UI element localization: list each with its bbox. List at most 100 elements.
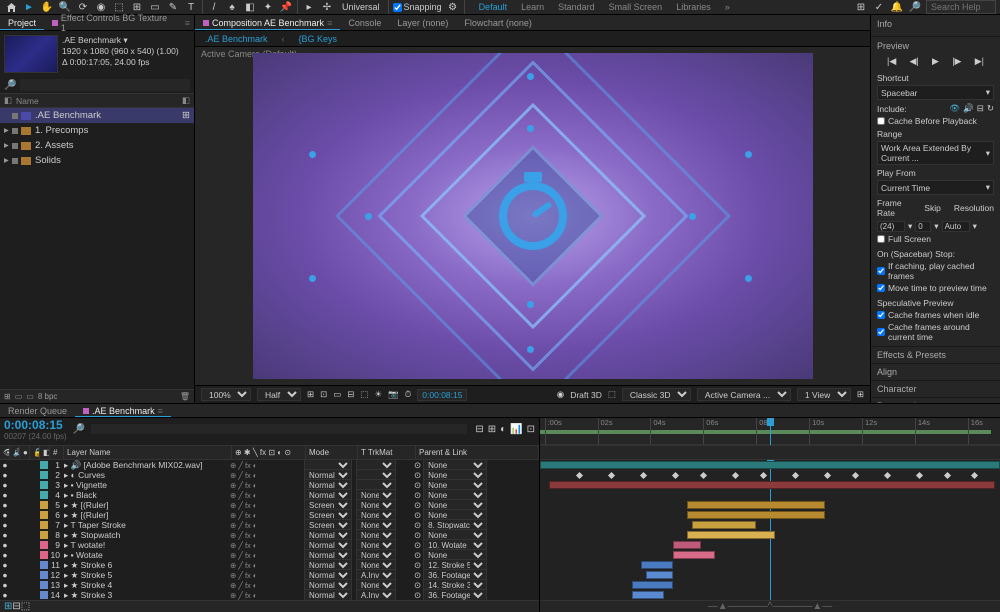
review-icon[interactable]: ✓ [872, 0, 886, 14]
first-frame-icon[interactable]: |◀ [887, 56, 896, 67]
viewer-options-icon[interactable]: ⊞ [857, 389, 864, 400]
keyframe[interactable] [700, 472, 707, 479]
keyframe[interactable] [608, 472, 615, 479]
layer-search-input[interactable] [91, 424, 467, 434]
resolution-dropdown[interactable]: Half [257, 388, 301, 401]
eraser-tool-icon[interactable]: ◧ [243, 0, 257, 14]
viewer-timecode[interactable]: 0:00:08:15 [417, 389, 467, 401]
keyframe[interactable] [640, 472, 647, 479]
type-tool-icon[interactable]: T [184, 0, 198, 14]
col-switches[interactable]: ⊕ ✱ ╲ fx ⊡ ◐ ⊙ [232, 446, 306, 459]
skip-input[interactable]: 0 [915, 221, 931, 232]
axis-tool-icon[interactable]: ✢ [320, 0, 334, 14]
res-input[interactable]: Auto [942, 221, 970, 232]
search-help-input[interactable] [926, 0, 996, 14]
renderer-dropdown[interactable]: Classic 3D [622, 388, 691, 401]
effects-presets-panel[interactable]: Effects & Presets [871, 347, 1000, 364]
puppet-tool-icon[interactable]: 📌 [279, 0, 293, 14]
project-item[interactable]: ▸2. Assets [0, 138, 194, 153]
cache-play-checkbox[interactable]: If caching, play cached frames [877, 261, 994, 281]
keyframe[interactable] [732, 472, 739, 479]
include-video-icon[interactable]: 👁 [949, 103, 960, 114]
axis-mode-dropdown[interactable]: Universal [338, 1, 384, 13]
keyframe[interactable] [672, 472, 679, 479]
channel-icon[interactable]: ⬚ [360, 389, 368, 400]
col-num[interactable]: # [50, 446, 64, 459]
keyframe[interactable] [971, 472, 978, 479]
col-parent[interactable]: Parent & Link [416, 446, 539, 459]
layer-bar[interactable] [692, 521, 756, 529]
tl-shy-icon[interactable]: ⊟ [475, 424, 483, 435]
zoom-slider[interactable]: —▲————^————▲— [708, 601, 833, 612]
keyframe[interactable] [944, 472, 951, 479]
tl-motion-blur-icon[interactable]: ◐ [500, 424, 506, 435]
keyframe[interactable] [824, 472, 831, 479]
tl-toggle-switches-icon[interactable]: ⊞ [4, 601, 12, 612]
snap-opts-icon[interactable]: ⚙ [446, 0, 460, 14]
clone-tool-icon[interactable]: ♠ [225, 0, 239, 14]
roto-tool-icon[interactable]: ✦ [261, 0, 275, 14]
col-trkmat[interactable]: T TrkMat [358, 446, 416, 459]
layer-bar[interactable] [632, 581, 673, 589]
col-layer-name[interactable]: Layer Name [64, 446, 232, 459]
playfrom-dropdown[interactable]: Current Time▾ [877, 180, 994, 195]
home-icon[interactable] [4, 0, 18, 14]
info-panel-title[interactable]: Info [877, 19, 994, 29]
breadcrumb-precomp[interactable]: {BG Keys [299, 34, 338, 44]
include-overlay-icon[interactable]: ⊟ [977, 103, 984, 114]
tab-composition[interactable]: Composition AE Benchmark ≡ [195, 15, 340, 30]
brush-tool-icon[interactable]: / [207, 0, 221, 14]
exposure-icon[interactable]: ☀ [374, 389, 382, 400]
track-area[interactable] [540, 460, 1000, 600]
prev-frame-icon[interactable]: ◀| [910, 56, 919, 67]
keyframe[interactable] [576, 472, 583, 479]
close-icon[interactable]: ≡ [327, 18, 332, 28]
workspace-learn[interactable]: Learn [521, 2, 544, 12]
search-icon[interactable]: 🔎 [908, 0, 922, 14]
playhead[interactable] [770, 418, 771, 445]
keyframe[interactable] [916, 472, 923, 479]
tab-flowchart[interactable]: Flowchart (none) [456, 15, 540, 30]
preview-panel-title[interactable]: Preview [877, 41, 994, 51]
bpc-label[interactable]: 8 bpc [38, 392, 58, 401]
tab-console[interactable]: Console [340, 15, 389, 30]
layer-bar[interactable] [646, 571, 674, 579]
tl-frame-blend-icon[interactable]: ⊞ [488, 424, 496, 435]
snapshot-icon[interactable]: 📷 [388, 389, 399, 400]
tl-frame-blend-toggle[interactable]: ⬚ [21, 601, 30, 612]
tl-draft-icon[interactable]: ⊡ [527, 424, 535, 435]
keyframe[interactable] [792, 472, 799, 479]
include-loop-icon[interactable]: ↻ [987, 103, 994, 114]
mask-icon[interactable]: ▭ [333, 389, 341, 400]
tab-project[interactable]: Project [0, 15, 44, 30]
hand-tool-icon[interactable]: ✋ [40, 0, 54, 14]
range-dropdown[interactable]: Work Area Extended By Current ...▾ [877, 141, 994, 165]
camera-dropdown[interactable]: Active Camera ... [697, 388, 791, 401]
panel-menu-icon[interactable]: ≡ [181, 18, 194, 28]
region-icon[interactable]: ⊟ [347, 389, 354, 400]
project-search-input[interactable] [20, 79, 190, 91]
anchor-tool-icon[interactable]: ▸ [302, 0, 316, 14]
draft3d-toggle[interactable]: ◉ [557, 389, 564, 400]
layer-bar[interactable] [687, 531, 774, 539]
col-visibility[interactable]: 👁 [0, 446, 10, 459]
tag-column-icon[interactable]: ◧ [4, 95, 16, 106]
workspace-more-icon[interactable]: » [725, 2, 730, 12]
layer-bar[interactable] [673, 541, 701, 549]
timeline-timecode[interactable]: 0:00:08:15 [4, 418, 67, 432]
grid-icon[interactable]: ⊞ [307, 389, 314, 400]
layer-bar[interactable] [632, 591, 664, 599]
layer-bar[interactable] [687, 501, 825, 509]
layer-bar[interactable] [641, 561, 673, 569]
snapping-toggle[interactable]: Snapping [393, 2, 442, 12]
tl-graph-editor-icon[interactable]: 📊 [510, 424, 522, 435]
folder-icon[interactable]: ▭ [15, 392, 23, 401]
cache-before-checkbox[interactable]: Cache Before Playback [877, 116, 994, 126]
guides-icon[interactable]: ⊡ [320, 389, 327, 400]
workspace-default[interactable]: Default [479, 2, 508, 12]
idle-checkbox[interactable]: Cache frames when idle [877, 310, 994, 320]
layer-bar[interactable] [549, 481, 995, 489]
keyframe[interactable] [760, 472, 767, 479]
shortcut-dropdown[interactable]: Spacebar▾ [877, 85, 994, 100]
type-column-icon[interactable]: ◧ [182, 95, 190, 106]
